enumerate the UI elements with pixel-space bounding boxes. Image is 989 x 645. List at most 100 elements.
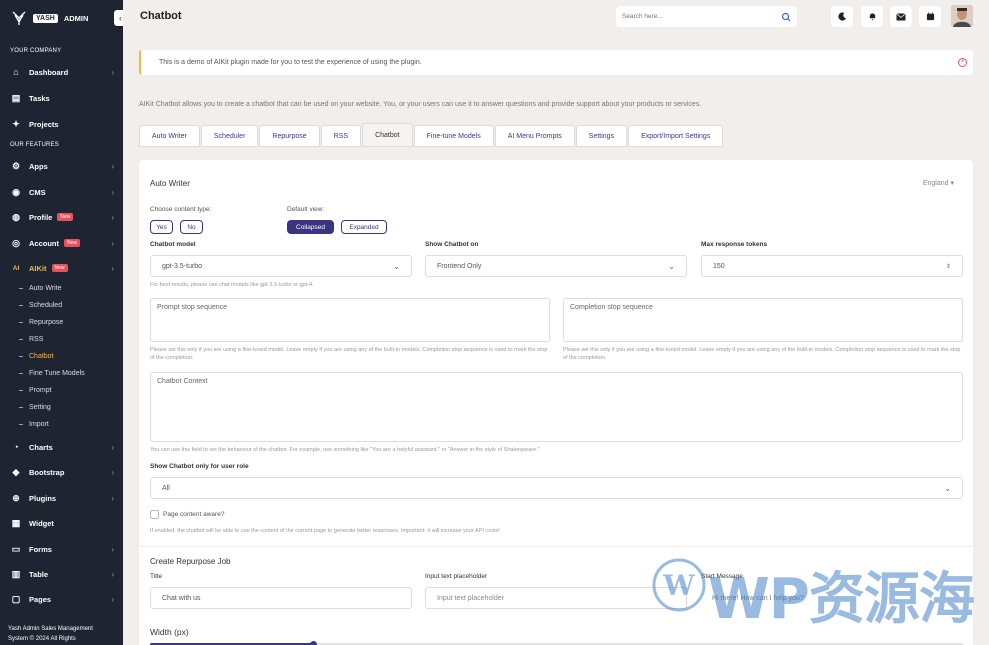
- sidebar-footer: Yash Admin Sales Management System © 202…: [8, 624, 120, 644]
- tab-chatbot[interactable]: Chatbot: [362, 123, 413, 147]
- submenu-item-rss[interactable]: RSS: [19, 336, 43, 343]
- tab-auto-writer[interactable]: Auto Writer: [139, 125, 200, 147]
- language-select[interactable]: England ▾: [923, 179, 954, 187]
- completion-stop-hint: Please set this only if you are using a …: [563, 347, 961, 361]
- chevron-right-icon: ›: [111, 67, 114, 77]
- sidebar-item-tasks[interactable]: ▤ Tasks: [10, 90, 114, 106]
- max-tokens-value: 150: [713, 262, 725, 270]
- sidebar-item-table[interactable]: ▥ Table ›: [10, 566, 114, 582]
- prompt-stop-textarea[interactable]: Prompt stop sequence: [150, 298, 550, 342]
- cms-icon: ◉: [12, 186, 20, 197]
- sidebar-item-label: AIKit: [29, 263, 47, 273]
- chevron-right-icon: ›: [111, 238, 114, 248]
- sidebar-item-dashboard[interactable]: ⌂ Dashboard ›: [10, 64, 114, 80]
- tab-rss[interactable]: RSS: [320, 125, 362, 147]
- calendar-button[interactable]: [919, 6, 941, 27]
- wordpress-logo-icon: W: [652, 558, 706, 612]
- search-icon[interactable]: [781, 12, 791, 22]
- show-on-select[interactable]: Frontend Only ⌄: [425, 255, 687, 277]
- widget-icon: ▦: [11, 517, 21, 528]
- messages-button[interactable]: [890, 6, 912, 27]
- expanded-button[interactable]: Expanded: [341, 220, 387, 234]
- watermark-text: WP资源海: [708, 567, 975, 632]
- sidebar-item-aikit[interactable]: AI AIKit New ›: [10, 260, 114, 276]
- chevron-right-icon: ›: [111, 493, 114, 503]
- sidebar-item-charts[interactable]: ◔ Charts ›: [10, 439, 114, 455]
- no-button[interactable]: No: [180, 220, 203, 234]
- sidebar: YASH ADMIN YOUR COMPANY OUR FEATURES ⌂ Da…: [0, 0, 123, 645]
- tab-repurpose[interactable]: Repurpose: [259, 125, 320, 147]
- page-aware-label: Page content aware?: [163, 511, 225, 518]
- max-tokens-input[interactable]: 150 ⇕: [701, 255, 963, 277]
- sidebar-item-bootstrap[interactable]: ◆ Bootstrap ›: [10, 464, 114, 480]
- submenu-item-scheduled[interactable]: Scheduled: [19, 302, 62, 309]
- chevron-right-icon: ›: [111, 544, 114, 554]
- profile-icon: ◍: [12, 211, 20, 222]
- submenu-item-repurpose[interactable]: Repurpose: [19, 319, 63, 326]
- submenu-item-fine-tune-models[interactable]: Fine Tune Models: [19, 370, 85, 377]
- tab-ai-menu-prompts[interactable]: AI Menu Prompts: [494, 125, 575, 147]
- sidebar-item-label: Apps: [29, 161, 48, 171]
- sidebar-item-account[interactable]: ◎ Account New ›: [10, 235, 114, 251]
- default-view-label: Default view:: [287, 206, 325, 213]
- sidebar-item-widget[interactable]: ▦ Widget: [10, 515, 114, 531]
- language-value: England: [922, 180, 949, 187]
- yes-button[interactable]: Yes: [150, 220, 173, 234]
- page-aware-checkbox[interactable]: [150, 510, 159, 519]
- submenu-item-setting[interactable]: Setting: [19, 404, 51, 411]
- stepper-icon[interactable]: ⇕: [946, 263, 951, 270]
- sidebar-item-label: Widget: [29, 518, 54, 528]
- theme-toggle-button[interactable]: [831, 6, 853, 27]
- forms-icon: ▭: [11, 543, 21, 554]
- chevron-right-icon: ›: [111, 442, 114, 452]
- title-input[interactable]: Chat with us: [150, 587, 412, 609]
- new-badge: New: [57, 213, 74, 221]
- title-label: Title: [150, 573, 163, 580]
- bell-icon: [869, 13, 875, 21]
- chevron-right-icon: ›: [111, 263, 114, 273]
- footer-line: Yash Admin Sales Management: [8, 626, 93, 632]
- chatbot-context-textarea[interactable]: Chatbot Context: [150, 372, 963, 442]
- model-hint: For best results, please use chat models…: [150, 282, 314, 288]
- mail-icon: [896, 12, 906, 20]
- chevron-down-icon: ⌄: [668, 261, 675, 271]
- tab-fine-tune-models[interactable]: Fine-tune Models: [413, 125, 494, 147]
- model-select[interactable]: gpt-3.5-turbo ⌄: [150, 255, 412, 277]
- tabs: Auto Writer Scheduler Repurpose RSS Chatbot F…: [139, 123, 724, 147]
- brand[interactable]: YASH ADMIN: [11, 10, 88, 26]
- demo-alert: This is a demo of AIKit plugin made for …: [139, 50, 973, 75]
- tab-export-import-settings[interactable]: Export/Import Settings: [628, 125, 724, 147]
- tab-scheduler[interactable]: Scheduler: [200, 125, 259, 147]
- avatar[interactable]: [951, 5, 973, 27]
- chevron-down-icon: ▾: [950, 180, 954, 187]
- calendar-icon: ▤: [11, 92, 21, 103]
- input-placeholder-input[interactable]: Input text placeholder: [425, 587, 687, 609]
- search-input[interactable]: [622, 13, 772, 20]
- sidebar-item-plugins[interactable]: ⊕ Plugins ›: [10, 490, 114, 506]
- show-on-label: Show Chatbot on: [425, 241, 479, 248]
- role-select[interactable]: All ⌄: [150, 477, 963, 499]
- slider-handle[interactable]: [309, 641, 317, 645]
- submenu-item-auto-write[interactable]: Auto Write: [19, 285, 62, 292]
- sidebar-item-label: Charts: [29, 442, 53, 452]
- close-icon[interactable]: ×: [958, 58, 967, 67]
- account-icon: ◎: [12, 237, 20, 248]
- sidebar-item-label: Projects: [29, 119, 59, 129]
- notifications-button[interactable]: [861, 6, 883, 27]
- sidebar-item-projects[interactable]: ✦ Projects: [10, 116, 114, 132]
- submenu-item-import[interactable]: Import: [19, 421, 49, 428]
- tab-settings[interactable]: Settings: [575, 125, 628, 147]
- collapsed-button[interactable]: Collapsed: [287, 220, 334, 234]
- sidebar-item-pages[interactable]: ▢ Pages ›: [10, 591, 114, 607]
- submenu-item-chatbot[interactable]: Chatbot: [19, 353, 54, 360]
- content-type-label: Choose content type:: [150, 206, 212, 213]
- projects-icon: ✦: [12, 118, 20, 129]
- sidebar-item-apps[interactable]: ⚙ Apps ›: [10, 158, 114, 174]
- sidebar-item-cms[interactable]: ◉ CMS ›: [10, 184, 114, 200]
- search-box[interactable]: [616, 6, 797, 27]
- sidebar-item-forms[interactable]: ▭ Forms ›: [10, 541, 114, 557]
- sidebar-item-profile[interactable]: ◍ Profile New ›: [10, 209, 114, 225]
- completion-stop-textarea[interactable]: Completion stop sequence: [563, 298, 963, 342]
- submenu-item-prompt[interactable]: Prompt: [19, 387, 52, 394]
- chevron-right-icon: ›: [111, 467, 114, 477]
